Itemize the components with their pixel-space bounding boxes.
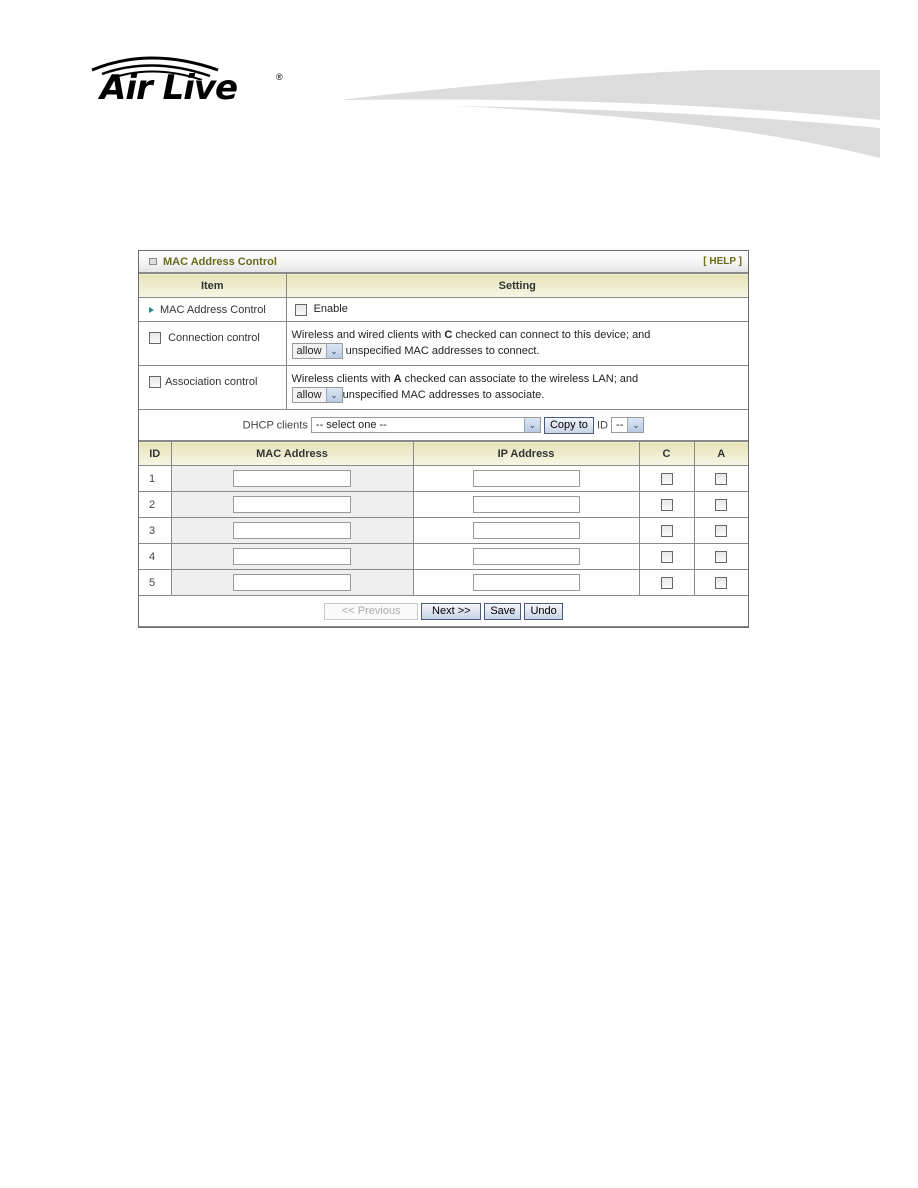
panel-title-bar: MAC Address Control [ HELP ]: [139, 251, 748, 273]
connection-control-label: Connection control: [168, 332, 260, 344]
copy-to-button[interactable]: Copy to: [543, 416, 594, 434]
connection-policy-select[interactable]: allow ⌄: [291, 343, 343, 359]
association-text-pre: Wireless clients with: [291, 373, 394, 385]
header-swoosh-decoration: [340, 70, 880, 158]
table-row: 5: [139, 569, 748, 596]
connect-checkbox[interactable]: [660, 472, 673, 485]
associate-checkbox[interactable]: [715, 472, 728, 485]
association-text-post: checked can associate to the wireless LA…: [401, 373, 639, 385]
associate-checkbox[interactable]: [715, 524, 728, 537]
panel-title: MAC Address Control: [163, 255, 277, 268]
association-text-line2: unspecified MAC addresses to associate.: [342, 388, 545, 401]
undo-button[interactable]: Undo: [524, 602, 563, 620]
id-label: ID: [596, 418, 608, 431]
column-header-a: A: [693, 441, 748, 466]
table-row: 2: [139, 491, 748, 518]
connection-text-post: checked can connect to this device; and: [452, 329, 651, 341]
column-header-mac: MAC Address: [170, 441, 414, 466]
connection-text-pre: Wireless and wired clients with: [291, 329, 445, 341]
connect-checkbox[interactable]: [660, 498, 673, 511]
connect-checkbox[interactable]: [660, 550, 673, 563]
airlive-logo: Air Live ®: [86, 50, 296, 112]
mac-list-table: ID MAC Address IP Address C A 12345 << P…: [139, 441, 748, 627]
next-button[interactable]: Next >>: [421, 602, 482, 620]
connection-text-line2: unspecified MAC addresses to connect.: [345, 344, 540, 357]
connect-checkbox[interactable]: [660, 576, 673, 589]
associate-checkbox[interactable]: [715, 498, 728, 511]
id-select[interactable]: -- ⌄: [611, 417, 645, 433]
enable-checkbox[interactable]: [294, 303, 307, 316]
connect-checkbox[interactable]: [660, 524, 673, 537]
association-control-label: Association control: [165, 376, 258, 388]
row-connection-control: Connection control Wireless and wired cl…: [139, 321, 748, 366]
row-id: 1: [139, 465, 172, 492]
row-dhcp-clients: DHCP clients -- select one -- ⌄ Copy to …: [139, 409, 748, 441]
bullet-arrow-icon: [149, 306, 154, 313]
settings-table: Item Setting MAC Address Control Enable …: [139, 273, 748, 441]
row-id: 2: [139, 491, 172, 518]
table-row: 1: [139, 465, 748, 492]
column-header-c: C: [638, 441, 695, 466]
mac-address-input[interactable]: [233, 470, 351, 487]
ip-address-input[interactable]: [472, 574, 580, 591]
row-navigation-buttons: << Previous Next >> Save Undo: [139, 595, 748, 627]
row-mac-address-control: MAC Address Control Enable: [139, 297, 748, 322]
table-row: 3: [139, 517, 748, 544]
previous-button[interactable]: << Previous: [324, 602, 419, 620]
column-header-id: ID: [139, 441, 172, 466]
dhcp-clients-label: DHCP clients: [242, 418, 308, 431]
mac-address-input[interactable]: [233, 548, 351, 565]
brand-name: Air Live: [100, 68, 238, 108]
associate-checkbox[interactable]: [715, 550, 728, 563]
mac-control-label: MAC Address Control: [160, 303, 266, 316]
row-association-control: Association control Wireless clients wit…: [139, 365, 748, 410]
ip-address-input[interactable]: [472, 548, 580, 565]
registered-mark: ®: [276, 72, 283, 82]
chevron-down-icon: ⌄: [325, 388, 342, 402]
enable-label: Enable: [313, 303, 348, 316]
mac-address-input[interactable]: [233, 496, 351, 513]
mac-address-input[interactable]: [233, 574, 351, 591]
chevron-down-icon: ⌄: [325, 344, 342, 358]
association-policy-select[interactable]: allow ⌄: [291, 387, 343, 403]
mac-address-control-panel: MAC Address Control [ HELP ] Item Settin…: [138, 250, 749, 628]
mac-address-input[interactable]: [233, 522, 351, 539]
chevron-down-icon: ⌄: [627, 418, 644, 432]
column-header-item: Item: [139, 273, 287, 298]
column-header-ip: IP Address: [412, 441, 640, 466]
row-id: 4: [139, 543, 172, 570]
ip-address-input[interactable]: [472, 496, 580, 513]
association-control-checkbox[interactable]: [149, 376, 161, 389]
associate-checkbox[interactable]: [715, 576, 728, 589]
table-row: 4: [139, 543, 748, 570]
ip-address-input[interactable]: [472, 522, 580, 539]
connection-control-checkbox[interactable]: [149, 332, 161, 345]
save-button[interactable]: Save: [484, 602, 522, 620]
association-key-letter: A: [393, 373, 402, 385]
chevron-down-icon: ⌄: [523, 418, 540, 432]
panel-square-icon: [149, 258, 157, 265]
help-link[interactable]: [ HELP ]: [703, 256, 742, 267]
ip-address-input[interactable]: [472, 470, 580, 487]
dhcp-clients-select[interactable]: -- select one -- ⌄: [310, 417, 541, 433]
column-header-setting: Setting: [285, 273, 748, 298]
row-id: 3: [139, 517, 172, 544]
row-id: 5: [139, 569, 172, 596]
